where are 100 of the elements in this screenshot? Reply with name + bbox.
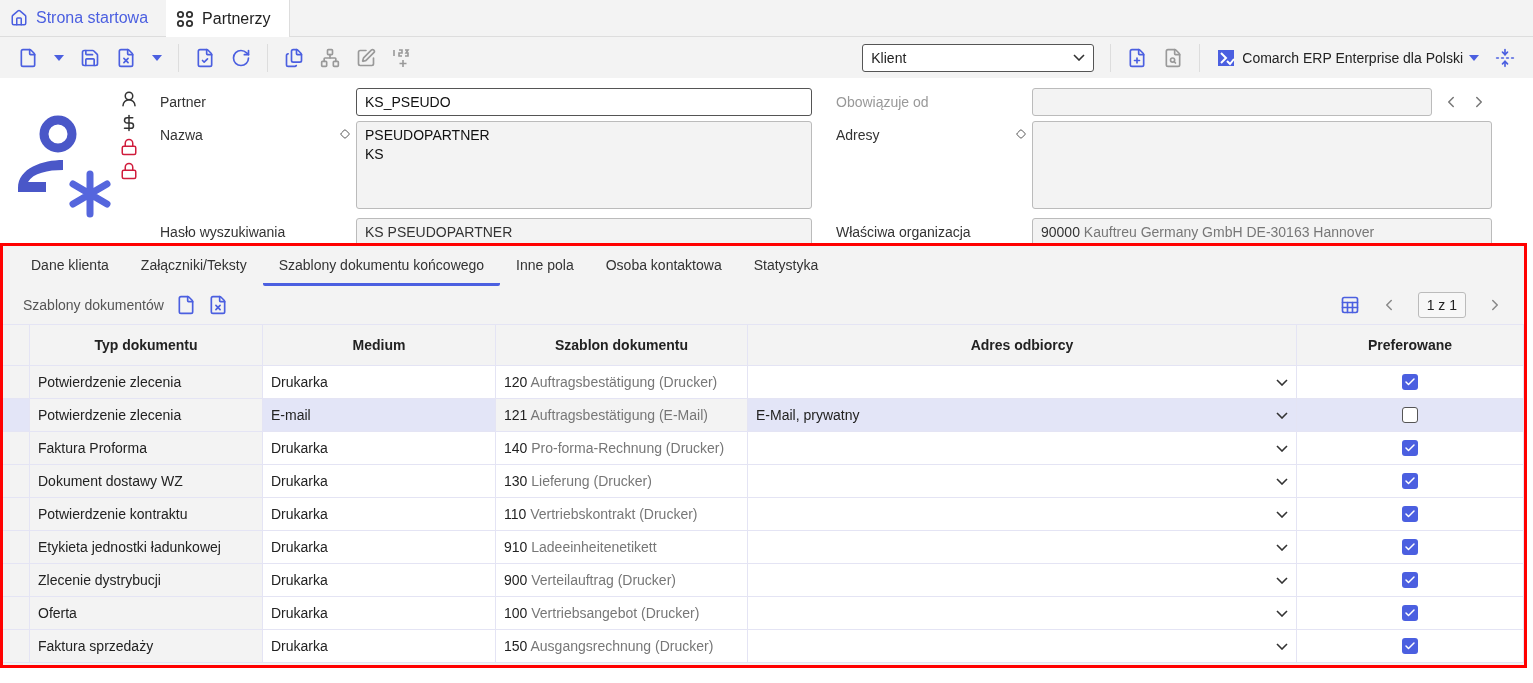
lock-icon: [120, 138, 138, 156]
column-header[interactable]: Adres odbiorcy: [748, 324, 1297, 366]
checkmark-icon: [1404, 475, 1416, 487]
lock-icon: [120, 162, 138, 180]
table-cell: E-mail: [263, 399, 496, 432]
field-label: Obowiązuje od: [836, 93, 930, 112]
chevron-down-icon: [1073, 54, 1086, 61]
table-cell: Potwierdzenie zlecenia: [30, 399, 263, 432]
checkbox[interactable]: [1402, 440, 1418, 456]
table-cell: Drukarka: [263, 498, 496, 531]
table-cell: Drukarka: [263, 564, 496, 597]
text-field[interactable]: [1032, 121, 1492, 209]
header-corner: [3, 324, 30, 366]
detail-tab[interactable]: Dane klienta: [15, 246, 125, 286]
checkmark-icon: [1404, 607, 1416, 619]
text-field[interactable]: KS PSEUDOPARTNER: [356, 218, 812, 246]
circles-icon: [176, 9, 195, 28]
text-field[interactable]: [1032, 88, 1432, 116]
checkbox[interactable]: [1402, 506, 1418, 522]
chevron-down-icon: [1276, 378, 1288, 386]
checkbox[interactable]: [1402, 407, 1418, 423]
table-cell: Drukarka: [263, 432, 496, 465]
row-handle[interactable]: [3, 399, 30, 432]
required-icon: [1016, 129, 1026, 139]
checkbox[interactable]: [1402, 473, 1418, 489]
refresh-icon: [231, 47, 251, 68]
row-handle[interactable]: [3, 465, 30, 498]
table-cell: Oferta: [30, 597, 263, 630]
column-header[interactable]: Preferowane: [1297, 324, 1524, 366]
column-header[interactable]: Szablon dokumentu: [496, 324, 748, 366]
table-cell: Potwierdzenie zlecenia: [30, 366, 263, 399]
spreadsheet-export-icon[interactable]: [1339, 295, 1360, 315]
table-cell: 121 Auftragsbestätigung (E-Mail): [496, 399, 748, 432]
row-handle[interactable]: [3, 597, 30, 630]
caret-icon: [54, 54, 64, 61]
table-cell: Faktura sprzedaży: [30, 630, 263, 663]
checkmark-icon: [1404, 442, 1416, 454]
app-tab[interactable]: Partnerzy: [166, 0, 290, 37]
detail-tab[interactable]: Inne pola: [500, 246, 590, 286]
document-check-icon: [195, 47, 215, 68]
caret-icon: [152, 54, 162, 61]
text-field[interactable]: 90000 Kauftreu Germany GmbH DE-30163 Hannover: [1032, 218, 1492, 246]
table-cell: 150 Ausgangsrechnung (Drucker): [496, 630, 748, 663]
field-label: Partner: [160, 93, 207, 112]
column-header[interactable]: Medium: [263, 324, 496, 366]
table-cell: Drukarka: [263, 531, 496, 564]
row-handle[interactable]: [3, 498, 30, 531]
chevron-down-icon: [1276, 411, 1288, 419]
checkbox[interactable]: [1402, 605, 1418, 621]
company-selector[interactable]: Comarch ERP Enterprise dla Polski: [1210, 43, 1485, 72]
detail-tab[interactable]: Osoba kontaktowa: [589, 246, 738, 286]
address-dropdown[interactable]: E-Mail, prywatny: [748, 399, 1297, 432]
table-cell: Drukarka: [263, 366, 496, 399]
table-cell: Faktura Proforma: [30, 432, 263, 465]
caret-icon: [1469, 54, 1479, 61]
chevron-down-icon: [1276, 576, 1288, 584]
checkmark-icon: [1404, 376, 1416, 388]
page-indicator: 1 z 1: [1417, 292, 1466, 318]
checkmark-icon: [1404, 508, 1416, 520]
table-cell: 130 Lieferung (Drucker): [496, 465, 748, 498]
section-title: Szablony dokumentów: [23, 297, 164, 313]
row-handle[interactable]: [3, 366, 30, 399]
column-header[interactable]: Typ dokumentu: [30, 324, 263, 366]
row-handle[interactable]: [3, 630, 30, 663]
document-delete-icon: [116, 47, 136, 68]
chevron-down-icon: [1276, 510, 1288, 518]
table-cell: Etykieta jednostki ładunkowej: [30, 531, 263, 564]
table-cell: Dokument dostawy WZ: [30, 465, 263, 498]
text-field[interactable]: PSEUDOPARTNER KS: [356, 121, 812, 209]
detail-tab[interactable]: Załączniki/Teksty: [124, 246, 263, 286]
person-icon: [120, 90, 138, 108]
checkmark-icon: [1404, 541, 1416, 553]
document-search-icon: [1163, 47, 1184, 68]
field-label: Nazwa: [160, 126, 204, 145]
row-handle[interactable]: [3, 432, 30, 465]
checkbox[interactable]: [1402, 374, 1418, 390]
table-cell: Potwierdzenie kontraktu: [30, 498, 263, 531]
checkmark-icon: [1404, 640, 1416, 652]
chevron-down-icon: [1276, 543, 1288, 551]
view-select[interactable]: Klient: [862, 43, 1095, 72]
checkbox[interactable]: [1402, 572, 1418, 588]
document-icon: [18, 47, 38, 68]
table-cell: 910 Ladeeinheitenetikett: [496, 531, 748, 564]
checkbox[interactable]: [1402, 539, 1418, 555]
detail-tab[interactable]: Statystyka: [737, 246, 835, 286]
table-cell: 120 Auftragsbestätigung (Drucker): [496, 366, 748, 399]
table-cell: Zlecenie dystrybucji: [30, 564, 263, 597]
home-icon: [10, 9, 28, 27]
checkbox[interactable]: [1402, 638, 1418, 654]
field-label: Właściwa organizacja: [836, 223, 972, 242]
detail-tab[interactable]: Szablony dokumentu końcowego: [262, 246, 501, 286]
row-handle[interactable]: [3, 531, 30, 564]
field-label: Hasło wyszukiwania: [160, 223, 287, 242]
app-tab[interactable]: Strona startowa: [0, 0, 167, 36]
table-cell: Drukarka: [263, 597, 496, 630]
row-handle[interactable]: [3, 564, 30, 597]
required-icon: [340, 129, 350, 139]
save-icon: [80, 47, 100, 68]
text-field[interactable]: KS_PSEUDO: [356, 88, 812, 116]
table-cell: 140 Pro-forma-Rechnung (Drucker): [496, 432, 748, 465]
